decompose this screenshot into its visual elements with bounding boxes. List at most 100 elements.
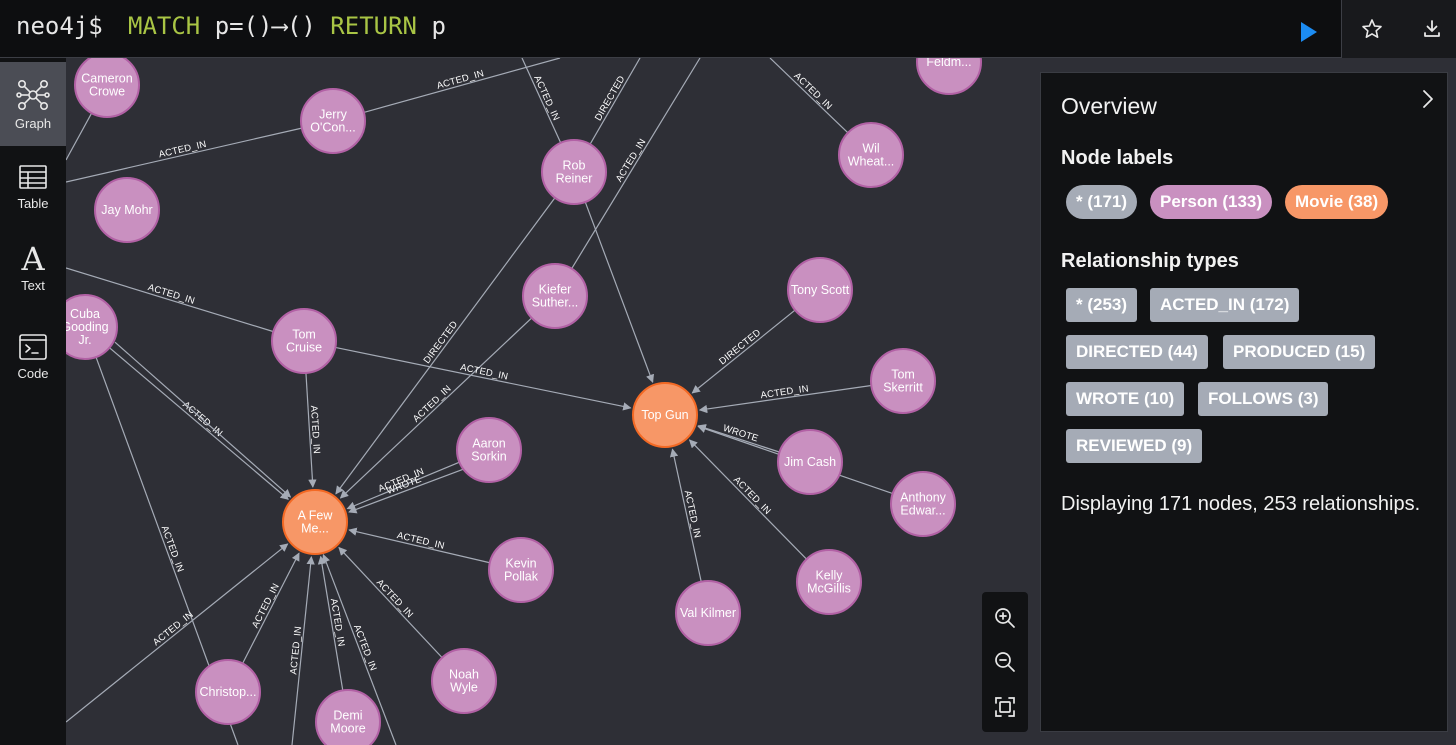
relationship-edge[interactable]: DIRECTED	[589, 58, 641, 145]
node-caption: Sorkin	[471, 450, 506, 464]
relationship-label: ACTED_IN	[791, 71, 834, 113]
relationship-label: DIRECTED	[422, 319, 461, 366]
relationship-edge[interactable]: ACTED_IN	[363, 58, 561, 114]
relationship-edge[interactable]: ACTED_IN	[109, 347, 289, 500]
relationship-label: ACTED_IN	[436, 68, 486, 92]
relationship-edge[interactable]: ACTED_IN	[338, 546, 443, 659]
graph-node-rob[interactable]: RobReiner	[541, 139, 607, 205]
text-icon: A	[21, 240, 45, 278]
fit-screen-icon[interactable]	[993, 695, 1017, 719]
nav-code-label: Code	[17, 366, 49, 381]
node-caption: Kevin	[505, 557, 536, 571]
relationship-edge[interactable]	[114, 341, 292, 498]
query-text[interactable]: MATCH p=()⟶() RETURN p	[128, 12, 446, 40]
graph-node-jimcash[interactable]: Jim Cash	[777, 429, 843, 495]
node-caption: A Few	[298, 509, 334, 523]
graph-node-wil[interactable]: WilWheat...	[838, 122, 904, 188]
graph-node-feldm[interactable]: Feldm...	[916, 58, 982, 95]
graph-node-aaron[interactable]: AaronSorkin	[456, 417, 522, 483]
node-caption: Moore	[330, 722, 365, 736]
node-caption: Tom	[292, 328, 316, 342]
graph-node-jaymohr[interactable]: Jay Mohr	[94, 177, 160, 243]
relationship-label: ACTED_IN	[158, 139, 208, 161]
nav-text-label: Text	[21, 278, 45, 293]
graph-node-tomcruise[interactable]: TomCruise	[271, 308, 337, 374]
rel-type-chip-directed[interactable]: DIRECTED (44)	[1066, 335, 1208, 369]
relationship-label: ACTED_IN	[614, 137, 649, 184]
rel-type-chip-follows[interactable]: FOLLOWS (3)	[1198, 382, 1329, 416]
relationship-edge[interactable]: ACTED_IN	[769, 58, 849, 134]
relationship-edge[interactable]: ACTED_IN	[66, 127, 302, 183]
graph-node-tomscott[interactable]: Tony Scott	[787, 257, 853, 323]
rel-type-chip-acted-in[interactable]: ACTED_IN (172)	[1150, 288, 1300, 322]
graph-node-tomsk[interactable]: TomSkerritt	[870, 348, 936, 414]
relationship-types-heading: Relationship types	[1061, 250, 1239, 272]
relationship-edge[interactable]: DIRECTED	[691, 309, 796, 394]
nav-code-view[interactable]: Code	[0, 316, 66, 400]
graph-node-kelly[interactable]: KellyMcGillis	[796, 549, 862, 615]
graph-node-kiefer[interactable]: KieferSuther...	[522, 263, 588, 329]
node-caption: Jim Cash	[784, 455, 836, 469]
node-caption: Cameron	[81, 72, 132, 86]
relationship-label: ACTED_IN	[151, 609, 196, 648]
node-caption: Tom	[891, 368, 915, 382]
node-caption: Pollak	[504, 570, 539, 584]
node-caption: Aaron	[472, 437, 505, 451]
nav-table-view[interactable]: Table	[0, 146, 66, 230]
graph-node-cameron[interactable]: CameronCrowe	[74, 58, 140, 118]
chevron-right-icon[interactable]	[1415, 87, 1439, 111]
node-caption: Jr.	[78, 333, 91, 347]
relationship-label: ACTED_IN	[531, 74, 561, 123]
relationship-edge[interactable]: ACTED_IN	[288, 555, 315, 745]
run-query-icon[interactable]	[1296, 20, 1320, 44]
graph-node-jerry[interactable]: JerryO'Con...	[300, 88, 366, 154]
relationship-edge[interactable]: ACTED_IN	[305, 372, 322, 488]
zoom-in-icon[interactable]	[993, 606, 1017, 630]
relationship-edge[interactable]: ACTED_IN	[521, 58, 561, 144]
node-caption: Skerritt	[883, 381, 923, 395]
zoom-out-icon[interactable]	[993, 650, 1017, 674]
graph-node-kevin[interactable]: KevinPollak	[488, 537, 554, 603]
relationship-label: ACTED_IN	[250, 582, 282, 630]
node-caption: Christop...	[200, 685, 257, 699]
relationship-edge[interactable]: ACTED_IN	[698, 383, 872, 414]
nav-text-view[interactable]: A Text	[0, 230, 66, 314]
relationship-edge[interactable]: WROTE	[697, 423, 780, 453]
relationship-edge[interactable]: ACTED_IN	[669, 448, 703, 582]
node-caption: Reiner	[556, 172, 593, 186]
query-editor[interactable]: neo4j$ MATCH p=()⟶() RETURN p	[0, 0, 1342, 58]
rel-type-chip-produced[interactable]: PRODUCED (15)	[1223, 335, 1376, 369]
graph-node-afew[interactable]: A FewMe...	[282, 489, 348, 555]
relationship-edge[interactable]	[66, 112, 93, 161]
node-label-chip-all[interactable]: * (171)	[1066, 185, 1138, 219]
code-icon	[19, 334, 47, 360]
query-variable: p	[417, 12, 446, 40]
graph-node-cuba[interactable]: CubaGoodingJr.	[66, 294, 118, 360]
relationship-edge[interactable]: DIRECTED	[335, 197, 556, 495]
graph-node-demi[interactable]: DemiMoore	[315, 689, 381, 745]
node-label-chip-movie[interactable]: Movie (38)	[1285, 185, 1389, 219]
query-keyword-match: MATCH	[128, 12, 201, 40]
graph-node-christop[interactable]: Christop...	[195, 659, 261, 725]
relationship-edge[interactable]: ACTED_IN	[317, 555, 347, 691]
nav-graph-view[interactable]: Graph	[0, 62, 66, 146]
star-favorite-icon[interactable]	[1360, 17, 1384, 41]
graph-node-valkilmer[interactable]: Val Kilmer	[675, 580, 741, 646]
graph-node-topgun[interactable]: Top Gun	[632, 382, 698, 448]
relationship-edge[interactable]: ACTED_IN	[348, 527, 490, 564]
node-caption: Wil	[862, 142, 879, 156]
query-pattern: p=()⟶()	[200, 12, 331, 40]
node-caption: Noah	[449, 668, 479, 682]
rel-type-chip-reviewed[interactable]: REVIEWED (9)	[1066, 429, 1203, 463]
rel-type-chip-wrote[interactable]: WROTE (10)	[1066, 382, 1185, 416]
query-bar: neo4j$ MATCH p=()⟶() RETURN p	[0, 0, 1456, 58]
download-icon[interactable]	[1420, 17, 1444, 41]
relationship-edge[interactable]	[584, 201, 655, 384]
graph-node-noah[interactable]: NoahWyle	[431, 648, 497, 714]
relationship-edge[interactable]: ACTED_IN	[335, 346, 632, 411]
graph-node-anthony[interactable]: AnthonyEdwar...	[890, 471, 956, 537]
relationship-label: ACTED_IN	[682, 489, 703, 539]
rel-type-chip-all[interactable]: * (253)	[1066, 288, 1138, 322]
node-label-chip-person[interactable]: Person (133)	[1150, 185, 1273, 219]
node-caption: McGillis	[807, 582, 851, 596]
